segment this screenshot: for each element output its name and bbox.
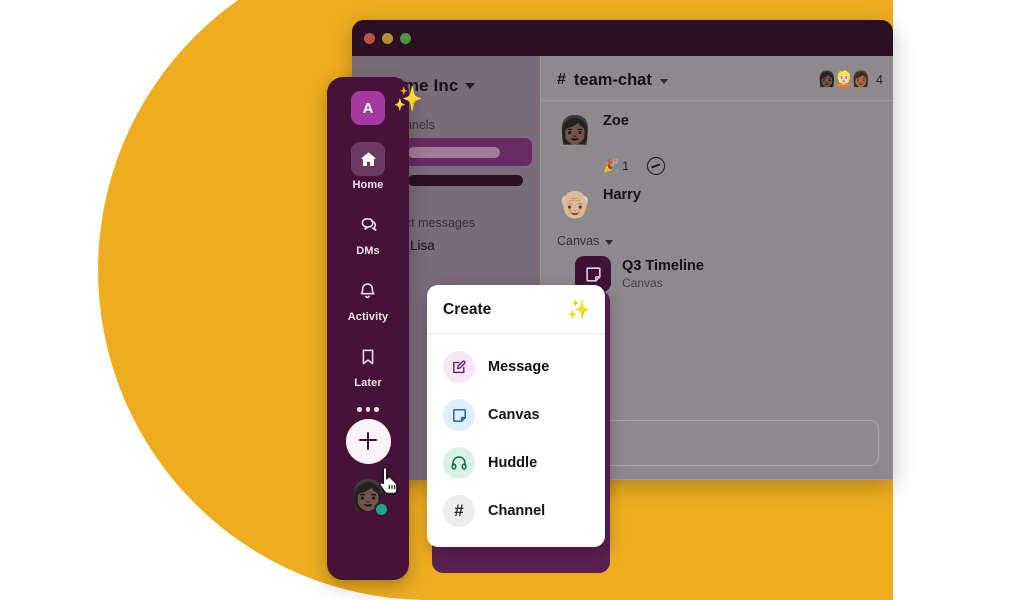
canvas-card[interactable]: Q3 Timeline Canvas	[575, 256, 879, 292]
home-icon	[351, 142, 385, 176]
chevron-down-icon	[659, 78, 668, 84]
hash-icon: #	[557, 71, 566, 88]
rail-item-activity[interactable]: Activity	[348, 274, 389, 323]
close-button[interactable]	[364, 32, 375, 44]
mouse-cursor	[378, 466, 398, 495]
bookmark-icon	[351, 340, 385, 374]
create-button[interactable]	[345, 418, 391, 464]
create-menu-header: Create ✨	[427, 285, 605, 334]
channel-members[interactable]: 👩🏿 👱🏻 👩🏾 4	[818, 70, 883, 90]
hash-icon: #	[443, 495, 475, 527]
rail-item-label: Activity	[347, 311, 389, 323]
add-reaction-icon[interactable]	[646, 157, 665, 175]
rail-item-home[interactable]: Home	[351, 142, 385, 191]
channel-name-redacted	[408, 174, 524, 186]
create-menu-item-label: Channel	[488, 503, 546, 519]
channel-name-redacted	[408, 146, 501, 158]
illustration-stage: Acme Inc Channels # # Direct messages 🧑‍…	[0, 0, 1024, 600]
canvas-card-title: Q3 Timeline	[622, 258, 704, 274]
create-menu-item-label: Canvas	[488, 407, 540, 423]
canvas-card-text: Q3 Timeline Canvas	[622, 258, 704, 290]
reaction-count: 1	[622, 159, 629, 173]
create-menu-list: Message Canvas Huddle # Channel	[427, 334, 605, 547]
dm-name: Lisa	[410, 238, 435, 253]
canvas-section: Canvas Q3 Timeline Canvas	[541, 234, 893, 292]
plus-icon	[358, 431, 378, 451]
message-author: Harry	[603, 187, 641, 203]
message-body: Zoe	[603, 112, 879, 148]
maximize-button[interactable]	[400, 32, 411, 44]
create-menu-item-canvas[interactable]: Canvas	[427, 391, 605, 439]
rail-item-later[interactable]: Later	[351, 340, 385, 389]
more-options-icon[interactable]	[357, 407, 379, 412]
reaction-emoji: 🎉	[603, 158, 620, 173]
channel-title: team-chat	[573, 70, 652, 89]
compose-icon	[443, 351, 475, 383]
create-menu-item-message[interactable]: Message	[427, 343, 605, 391]
message-body: Harry	[603, 186, 879, 222]
avatar: 👴🏼	[558, 189, 592, 219]
window-titlebar	[352, 20, 893, 56]
create-menu-item-label: Message	[488, 359, 550, 375]
headphones-icon	[443, 447, 475, 479]
create-menu-item-channel[interactable]: # Channel	[427, 487, 605, 535]
bell-icon	[351, 274, 385, 308]
message-row: 👴🏼 Harry	[541, 175, 893, 222]
message-author: Zoe	[603, 113, 629, 129]
canvas-section-header[interactable]: Canvas	[557, 234, 879, 248]
rail-item-label: Home	[352, 179, 384, 191]
reaction-chip[interactable]: 🎉 1	[603, 158, 629, 174]
avatar: 👩🏿	[558, 115, 592, 145]
canvas-icon	[443, 399, 475, 431]
minimize-button[interactable]	[382, 32, 393, 44]
sparkles-icon: ✨	[393, 86, 423, 113]
create-menu-item-label: Huddle	[488, 455, 538, 471]
rail-item-label: Later	[354, 377, 382, 389]
create-menu: Create ✨ Message Canvas Huddle # Channel	[427, 285, 605, 547]
channel-header[interactable]: # team-chat 👩🏿 👱🏻 👩🏾 4	[541, 56, 893, 101]
sparkles-icon: ✨	[567, 300, 591, 321]
chevron-down-icon	[465, 83, 476, 89]
canvas-card-subtitle: Canvas	[622, 276, 663, 290]
presence-indicator	[374, 501, 389, 517]
chevron-down-icon	[605, 239, 614, 245]
canvas-section-label: Canvas	[557, 234, 600, 248]
member-count: 4	[876, 73, 883, 87]
rail-item-label: DMs	[356, 245, 380, 257]
navigation-rail: ✨ A Home DMs Activity Later 👩🏿	[327, 77, 423, 580]
dms-icon	[351, 208, 385, 242]
create-menu-item-huddle[interactable]: Huddle	[427, 439, 605, 487]
message-row: 👩🏿 Zoe	[541, 101, 893, 148]
rail-item-dms[interactable]: DMs	[351, 208, 385, 257]
workspace-badge[interactable]: A	[351, 91, 385, 125]
message-reactions: 🎉 1	[603, 157, 893, 175]
member-avatar: 👩🏾	[851, 71, 871, 88]
create-menu-title: Create	[443, 301, 492, 318]
